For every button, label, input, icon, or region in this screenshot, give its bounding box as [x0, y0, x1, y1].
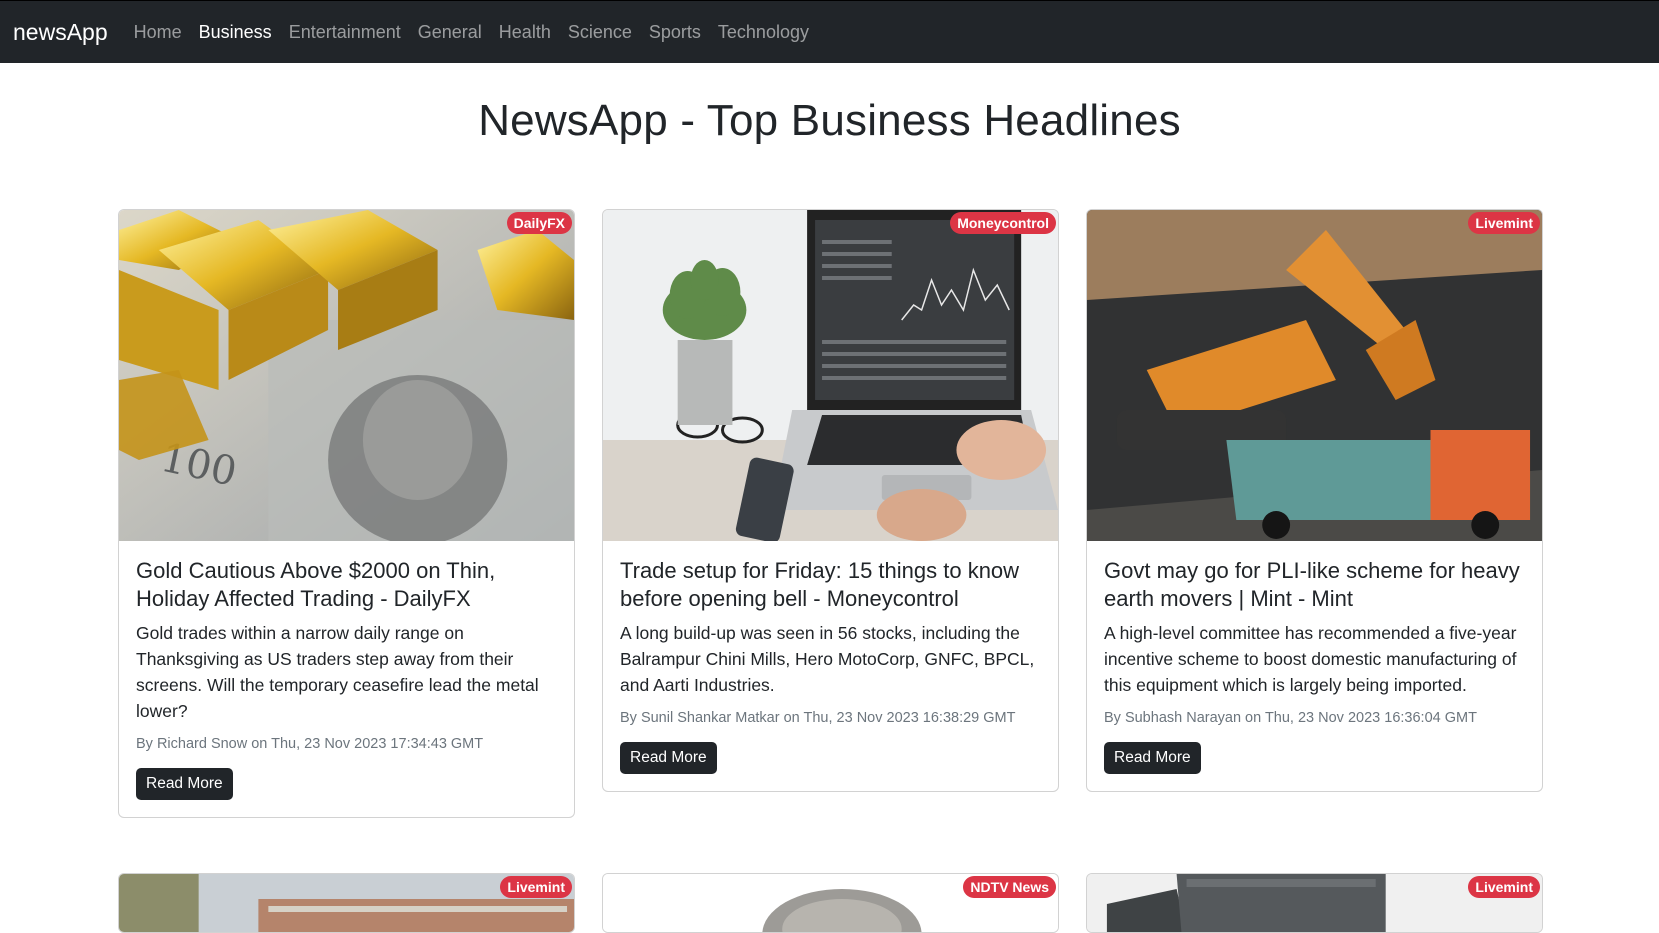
article-title: Govt may go for PLI-like scheme for heav… — [1104, 558, 1520, 611]
nav-link-entertainment[interactable]: Entertainment — [289, 22, 401, 43]
article-image: Livemint — [1087, 210, 1542, 541]
nav-link-health[interactable]: Health — [499, 22, 551, 43]
page-title: NewsApp - Top Business Headlines — [478, 96, 1181, 145]
source-badge: DailyFX — [506, 212, 572, 234]
source-badge: NDTV News — [963, 876, 1056, 898]
article-meta: By Richard Snow on Thu, 23 Nov 2023 17:3… — [136, 736, 484, 752]
brand-logo[interactable]: newsApp — [13, 19, 108, 46]
nav-link-home[interactable]: Home — [134, 22, 182, 43]
source-badge: Livemint — [500, 876, 572, 898]
excavator-image — [1087, 210, 1542, 541]
read-more-button[interactable]: Read More — [620, 742, 717, 774]
nav-link-sports[interactable]: Sports — [649, 22, 701, 43]
nav-link-business[interactable]: Business — [199, 22, 272, 43]
nav-link-general[interactable]: General — [418, 22, 482, 43]
article-image: 100 DailyFX — [119, 210, 574, 541]
news-card: Moneycontrol Trade setup for Friday: 15 … — [602, 209, 1059, 792]
article-description: A long build-up was seen in 56 stocks, i… — [620, 623, 1035, 695]
news-card: Livemint — [1086, 873, 1543, 933]
article-description: A high-level committee has recommended a… — [1104, 623, 1517, 695]
source-badge: Livemint — [1468, 876, 1540, 898]
news-card: Livemint — [118, 873, 575, 933]
news-card: NDTV News — [602, 873, 1059, 933]
article-image: NDTV News — [603, 874, 1058, 932]
article-image: Livemint — [1087, 874, 1542, 932]
article-meta: By Sunil Shankar Matkar on Thu, 23 Nov 2… — [620, 710, 1016, 726]
news-card: Livemint Govt may go for PLI-like scheme… — [1086, 209, 1543, 792]
nav-links: Home Business Entertainment General Heal… — [134, 22, 826, 43]
article-description: Gold trades within a narrow daily range … — [136, 623, 539, 721]
article-image: Livemint — [119, 874, 574, 932]
news-card: 100 DailyFX Gold Cautious Above $2000 on… — [118, 209, 575, 818]
read-more-button[interactable]: Read More — [1104, 742, 1201, 774]
laptop-trading-image — [603, 210, 1058, 541]
article-meta: By Subhash Narayan on Thu, 23 Nov 2023 1… — [1104, 710, 1477, 726]
top-navbar: newsApp Home Business Entertainment Gene… — [0, 0, 1659, 63]
article-image: Moneycontrol — [603, 210, 1058, 541]
nav-link-science[interactable]: Science — [568, 22, 632, 43]
source-badge: Moneycontrol — [950, 212, 1056, 234]
article-title: Gold Cautious Above $2000 on Thin, Holid… — [136, 558, 496, 611]
article-title: Trade setup for Friday: 15 things to kno… — [620, 558, 1020, 611]
gold-bars-image: 100 — [119, 210, 574, 541]
nav-link-technology[interactable]: Technology — [718, 22, 809, 43]
read-more-button[interactable]: Read More — [136, 768, 233, 800]
source-badge: Livemint — [1468, 212, 1540, 234]
